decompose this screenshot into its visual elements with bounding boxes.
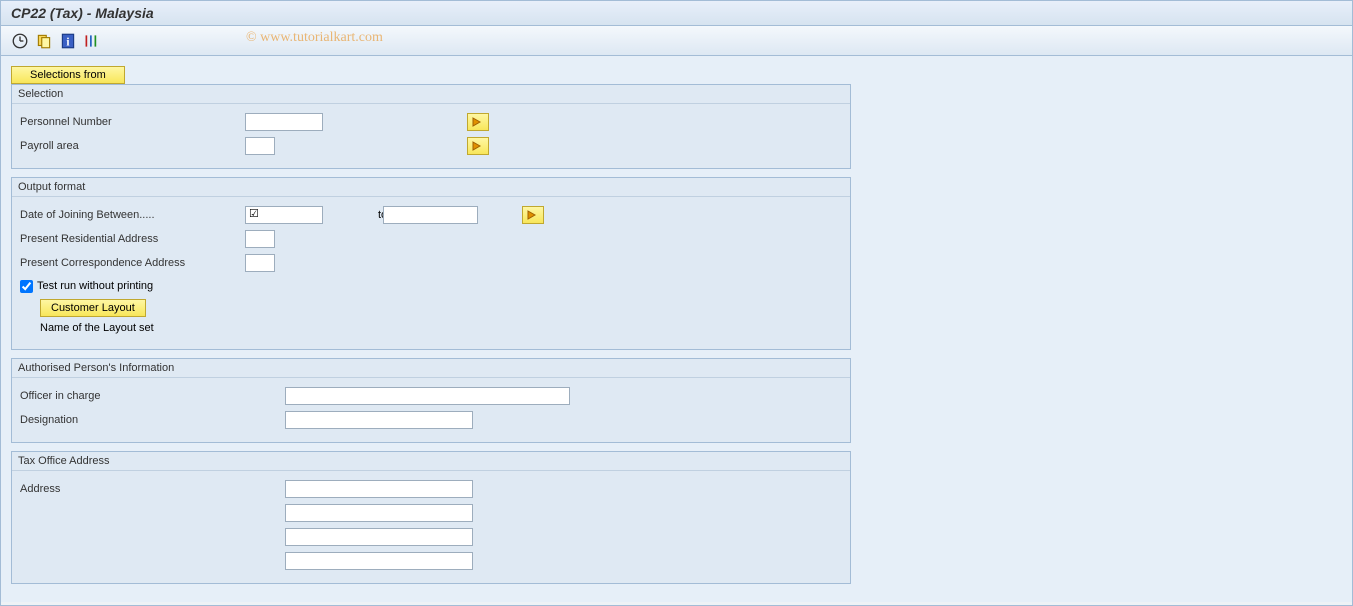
window-title: CP22 (Tax) - Malaysia	[11, 5, 154, 21]
address-4-input[interactable]	[285, 552, 473, 570]
label-date-joining: Date of Joining Between.....	[20, 209, 245, 221]
group-output-format-title: Output format	[12, 178, 850, 197]
window-container: CP22 (Tax) - Malaysia i © www.tutorialka…	[0, 0, 1353, 606]
execute-icon[interactable]	[11, 32, 29, 50]
label-address: Address	[20, 483, 285, 495]
group-tax-office-title: Tax Office Address	[12, 452, 850, 471]
label-present-residential: Present Residential Address	[20, 233, 245, 245]
title-bar: CP22 (Tax) - Malaysia	[1, 1, 1352, 26]
officer-input[interactable]	[285, 387, 570, 405]
info-icon[interactable]: i	[59, 32, 77, 50]
group-selection: Selection Personnel Number Payroll area	[11, 84, 851, 169]
payroll-area-input[interactable]	[245, 137, 275, 155]
date-multi-button[interactable]	[522, 206, 544, 224]
label-designation: Designation	[20, 414, 285, 426]
customer-layout-button[interactable]: Customer Layout	[40, 299, 146, 317]
address-1-input[interactable]	[285, 480, 473, 498]
address-3-input[interactable]	[285, 528, 473, 546]
group-authorised-title: Authorised Person's Information	[12, 359, 850, 378]
designation-input[interactable]	[285, 411, 473, 429]
test-run-checkbox[interactable]	[20, 280, 33, 293]
label-layout-name: Name of the Layout set	[40, 322, 154, 334]
delimit-icon[interactable]	[83, 32, 101, 50]
group-output-format: Output format Date of Joining Between...…	[11, 177, 851, 350]
present-correspondence-input[interactable]	[245, 254, 275, 272]
present-residential-input[interactable]	[245, 230, 275, 248]
label-payroll-area: Payroll area	[20, 140, 245, 152]
watermark-text: © www.tutorialkart.com	[246, 30, 383, 46]
address-2-input[interactable]	[285, 504, 473, 522]
label-present-correspondence: Present Correspondence Address	[20, 257, 245, 269]
content-area: Selections from Selection Personnel Numb…	[1, 56, 1352, 602]
personnel-number-multi-button[interactable]	[467, 113, 489, 131]
group-authorised: Authorised Person's Information Officer …	[11, 358, 851, 443]
date-from-input[interactable]	[245, 206, 323, 224]
selections-from-button[interactable]: Selections from	[11, 66, 125, 84]
date-to-input[interactable]	[383, 206, 478, 224]
label-officer: Officer in charge	[20, 390, 285, 402]
svg-text:i: i	[66, 36, 69, 48]
label-to: to	[323, 209, 383, 221]
group-tax-office: Tax Office Address Address	[11, 451, 851, 584]
label-personnel-number: Personnel Number	[20, 116, 245, 128]
group-selection-title: Selection	[12, 85, 850, 104]
variant-icon[interactable]	[35, 32, 53, 50]
personnel-number-input[interactable]	[245, 113, 323, 131]
toolbar: i © www.tutorialkart.com	[1, 26, 1352, 56]
label-test-run: Test run without printing	[37, 280, 153, 292]
payroll-area-multi-button[interactable]	[467, 137, 489, 155]
